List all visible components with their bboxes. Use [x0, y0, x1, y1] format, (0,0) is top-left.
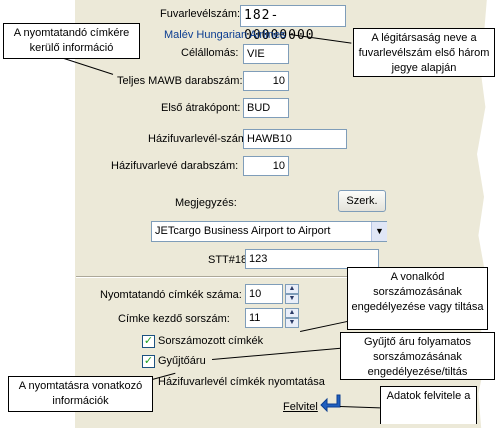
mawb-count-input[interactable]: 10 [243, 71, 289, 91]
hawb-count-input[interactable]: 10 [243, 156, 289, 176]
consolidated-checkbox[interactable]: ✓ [142, 355, 155, 368]
chevron-down-icon[interactable]: ▼ [371, 222, 387, 241]
awb-input[interactable]: 182-00000000 [240, 5, 346, 43]
remark-label: Megjegyzés: [175, 197, 237, 209]
callout-consolidated-info: Gyűjtő áru folyamatos sorszámozásának en… [340, 332, 495, 380]
callout-airline-info: A légitársaság neve a fuvarlevélszám els… [353, 28, 495, 77]
service-select-value: JETcargo Business Airport to Airport [155, 225, 331, 237]
stt-input[interactable]: 123 [245, 249, 379, 269]
stepper-up-icon[interactable]: ▲ [285, 308, 299, 318]
numbered-labels-checkbox[interactable]: ✓ [142, 335, 155, 348]
stepper-up-icon[interactable]: ▲ [285, 284, 299, 294]
service-select[interactable]: JETcargo Business Airport to Airport [151, 221, 387, 242]
submit-label[interactable]: Felvitel [283, 401, 318, 413]
mawb-count-label: Teljes MAWB darabszám: [117, 75, 243, 87]
callout-printable-info: A nyomtatandó címkére kerülő információ [3, 23, 140, 59]
label-start-stepper[interactable]: ▲ ▼ [285, 308, 299, 328]
callout-submit-info: Adatok felvitele a [380, 386, 477, 424]
label-start-input[interactable]: 11 [245, 308, 283, 328]
enter-arrow-icon[interactable] [320, 393, 342, 413]
label-count-label: Nyomtatandó címkék száma: [100, 289, 242, 301]
hawb-label: Házifuvarlevél-szám: [148, 133, 251, 145]
destination-input[interactable]: VIE [243, 44, 289, 64]
hawb-print-label: Házifuvarlevél címkék nyomtatása [158, 376, 325, 388]
edit-remark-button[interactable]: Szerk. [338, 190, 386, 212]
callout-print-info: A nyomtatásra vonatkozó információk [8, 376, 153, 412]
hawb-input[interactable]: HAWB10 [243, 129, 347, 149]
airline-name: Malév Hungarian Airlines [164, 29, 286, 41]
hawb-count-label: Házifuvarlevé darabszám: [111, 160, 239, 172]
callout-barcode-info: A vonalkód sorszámozásának engedélyezése… [347, 267, 488, 330]
stepper-down-icon[interactable]: ▼ [285, 318, 299, 328]
numbered-labels-label: Sorszámozott címkék [158, 335, 264, 347]
label-count-input[interactable]: 10 [245, 284, 283, 304]
first-transship-input[interactable]: BUD [243, 98, 289, 118]
stt-label: STT#18 [208, 254, 248, 266]
awb-label: Fuvarlevélszám: [160, 8, 241, 20]
stepper-down-icon[interactable]: ▼ [285, 294, 299, 304]
destination-label: Célállomás: [181, 47, 239, 59]
label-start-label: Címke kezdő sorszám: [118, 313, 230, 325]
first-transship-label: Első átrakópont: [161, 102, 241, 114]
consolidated-label: Gyűjtőáru [158, 355, 206, 367]
label-count-stepper[interactable]: ▲ ▼ [285, 284, 299, 304]
